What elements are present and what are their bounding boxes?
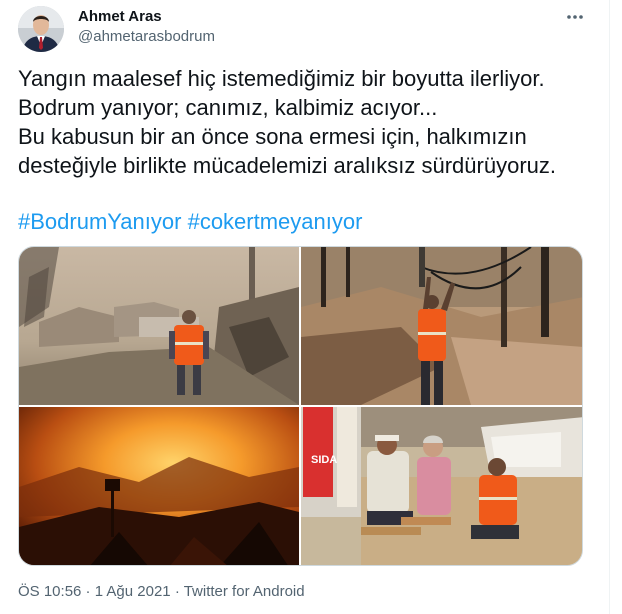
- photo-smoky-street[interactable]: [19, 247, 299, 405]
- tweet-text-line: Yangın maalesef hiç istemediğimiz bir bo…: [18, 66, 545, 91]
- tweet-source[interactable]: Twitter for Android: [184, 583, 305, 600]
- meta-separator: ·: [81, 583, 95, 600]
- tweet-text-line: Bu kabusun bir an önce sona ermesi için,…: [18, 124, 527, 149]
- author-name[interactable]: Ahmet Aras: [78, 8, 162, 25]
- tweet-time[interactable]: ÖS 10:56: [18, 583, 81, 600]
- meta-separator: ·: [170, 583, 184, 600]
- author-handle[interactable]: @ahmetarasbodrum: [78, 28, 215, 45]
- tweet-text-line: desteğiyle birlikte mücadelemizi aralıks…: [18, 153, 556, 178]
- photo-power-line-repair[interactable]: [301, 247, 582, 405]
- hashtags: #BodrumYanıyor #cokertmeyanıyor: [18, 207, 362, 236]
- media-grid: SIDA: [18, 246, 583, 566]
- tweet-text-line: Bodrum yanıyor; canımız, kalbimiz acıyor…: [18, 95, 438, 120]
- tweet-text: Yangın maalesef hiç istemediğimiz bir bo…: [18, 64, 598, 180]
- tweet-card: Ahmet Aras @ahmetarasbodrum Yangın maale…: [0, 0, 610, 614]
- avatar[interactable]: [18, 6, 64, 52]
- tweet-meta: ÖS 10:56 · 1 Ağu 2021 · Twitter for Andr…: [18, 583, 305, 600]
- photo-sign-text: SIDA: [311, 454, 337, 466]
- photo-helping-residents[interactable]: SIDA: [301, 407, 582, 565]
- photo-wildfire-glow[interactable]: [19, 407, 299, 565]
- hashtag-cokertmeyaniyor[interactable]: #cokertmeyanıyor: [188, 209, 363, 234]
- more-dots-icon[interactable]: [562, 4, 588, 30]
- tweet-date[interactable]: 1 Ağu 2021: [95, 583, 171, 600]
- hashtag-bodrumyaniyor[interactable]: #BodrumYanıyor: [18, 209, 181, 234]
